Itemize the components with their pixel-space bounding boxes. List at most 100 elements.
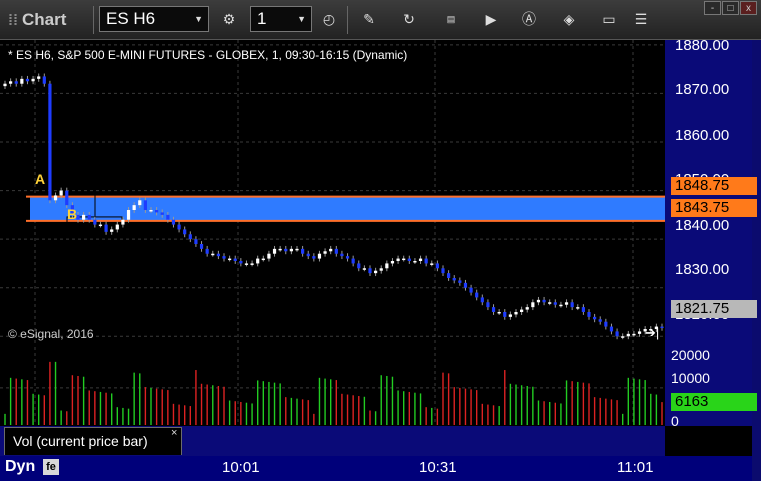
candle-body <box>525 307 529 310</box>
close-button[interactable]: x <box>740 1 757 15</box>
price-candle <box>37 73 41 82</box>
candle-body <box>323 251 327 254</box>
price-candle <box>486 299 490 311</box>
chart-description: * ES H6, S&P 500 E-MINI FUTURES - GLOBEX… <box>8 48 408 62</box>
time-mode-label[interactable]: Dyn <box>5 458 35 476</box>
candle-body <box>587 312 591 317</box>
candle-body <box>211 253 215 256</box>
a-icon[interactable]: Ⓐ <box>518 8 540 30</box>
play-icon[interactable]: ▶ <box>480 8 502 30</box>
price-candle <box>228 255 232 262</box>
candle-body <box>463 282 468 288</box>
menu-icon[interactable]: ☰ <box>630 8 652 30</box>
candle-body <box>205 248 209 254</box>
price-candle <box>233 255 237 264</box>
candle-body <box>497 312 501 314</box>
price-candle <box>581 304 585 315</box>
price-candle <box>609 323 614 335</box>
candle-body <box>261 258 265 261</box>
candle-body <box>53 195 58 201</box>
price-chart[interactable] <box>0 40 665 346</box>
candle-body <box>418 258 423 261</box>
candle-body <box>469 287 473 293</box>
eraser-icon[interactable]: ◈ <box>558 8 580 30</box>
candle-body <box>435 263 439 269</box>
price-candle <box>497 309 501 315</box>
candle-body <box>593 316 597 320</box>
time-axis-label: 11:01 <box>617 459 654 476</box>
candle-body <box>65 190 69 206</box>
settings-icon[interactable]: ⚙ <box>218 8 240 30</box>
price-candle <box>334 245 338 257</box>
comment-icon[interactable]: ▭ <box>598 8 620 30</box>
price-candle <box>559 301 563 308</box>
candle-body <box>486 302 490 308</box>
study-legend-tab[interactable]: Vol (current price bar) <box>4 427 182 455</box>
candle-body <box>37 76 41 79</box>
candle-body <box>441 268 445 274</box>
candle-body <box>475 292 479 298</box>
scroll-to-end-icon[interactable]: ➔| <box>645 325 659 341</box>
candle-body <box>48 83 52 201</box>
price-candle <box>475 289 479 301</box>
toolbar: ⁞⁞ Chart ES H6 ▼ ⚙ 1 ▼ ◴ ✎ ↻ ▤ ▶ Ⓐ ◈ ▭ ☰ - … <box>0 0 761 40</box>
price-candle <box>14 78 18 87</box>
clock-icon[interactable]: ◴ <box>318 8 340 30</box>
last-price-tag: 1821.75 <box>671 300 757 318</box>
candle-body <box>93 219 97 225</box>
pencil-icon[interactable]: ✎ <box>358 8 380 30</box>
price-candle <box>250 260 254 267</box>
price-candle <box>362 265 366 272</box>
fe-icon[interactable]: fe <box>43 459 59 475</box>
grip-icon[interactable]: ⁞⁞ <box>8 12 18 29</box>
price-candle <box>267 250 271 262</box>
price-candle <box>272 245 277 257</box>
candle-body <box>272 248 277 254</box>
price-candle <box>239 258 243 267</box>
price-candle <box>317 250 322 262</box>
price-axis[interactable]: 1880.00 1870.00 1860.00 1850.00 1840.00 … <box>665 37 752 429</box>
candle-body <box>340 253 344 257</box>
price-candle <box>576 304 580 311</box>
price-candle <box>508 311 512 320</box>
candle-body <box>564 302 569 305</box>
candle-body <box>362 268 366 270</box>
price-candle <box>256 255 260 267</box>
price-candle <box>379 265 383 274</box>
candle-body <box>295 248 299 251</box>
price-candle <box>284 245 288 255</box>
price-axis-label: 1860.00 <box>675 127 730 144</box>
candle-body <box>42 76 46 84</box>
candle-body <box>385 263 389 269</box>
price-candle <box>430 260 434 267</box>
get-icon[interactable]: ▤ <box>440 8 462 30</box>
candle-body <box>407 258 411 261</box>
price-candle <box>503 309 507 320</box>
candle-body <box>143 200 147 210</box>
refresh-icon[interactable]: ↻ <box>398 8 420 30</box>
price-candle <box>390 258 395 267</box>
price-candle <box>463 279 468 291</box>
candle-body <box>3 83 7 87</box>
candle-body <box>508 314 512 317</box>
symbol-selector[interactable]: ES H6 ▼ <box>99 6 209 32</box>
minimize-button[interactable]: - <box>704 1 721 15</box>
price-candle <box>615 328 619 340</box>
candle-body <box>447 273 451 278</box>
price-candle <box>312 253 316 262</box>
price-candle <box>25 75 30 85</box>
candle-body <box>104 224 108 232</box>
candle-body <box>20 78 24 84</box>
price-candle <box>357 260 361 272</box>
close-icon[interactable]: × <box>171 427 177 439</box>
price-candle <box>514 309 518 318</box>
volume-axis-label: 20000 <box>671 347 710 363</box>
price-candle <box>458 277 462 286</box>
volume-chart[interactable] <box>0 347 665 425</box>
candle-body <box>491 307 496 312</box>
maximize-button[interactable]: □ <box>722 1 739 15</box>
candle-body <box>312 256 316 259</box>
candle-body <box>250 263 254 265</box>
interval-selector[interactable]: 1 ▼ <box>250 6 312 32</box>
price-candle <box>525 304 529 313</box>
